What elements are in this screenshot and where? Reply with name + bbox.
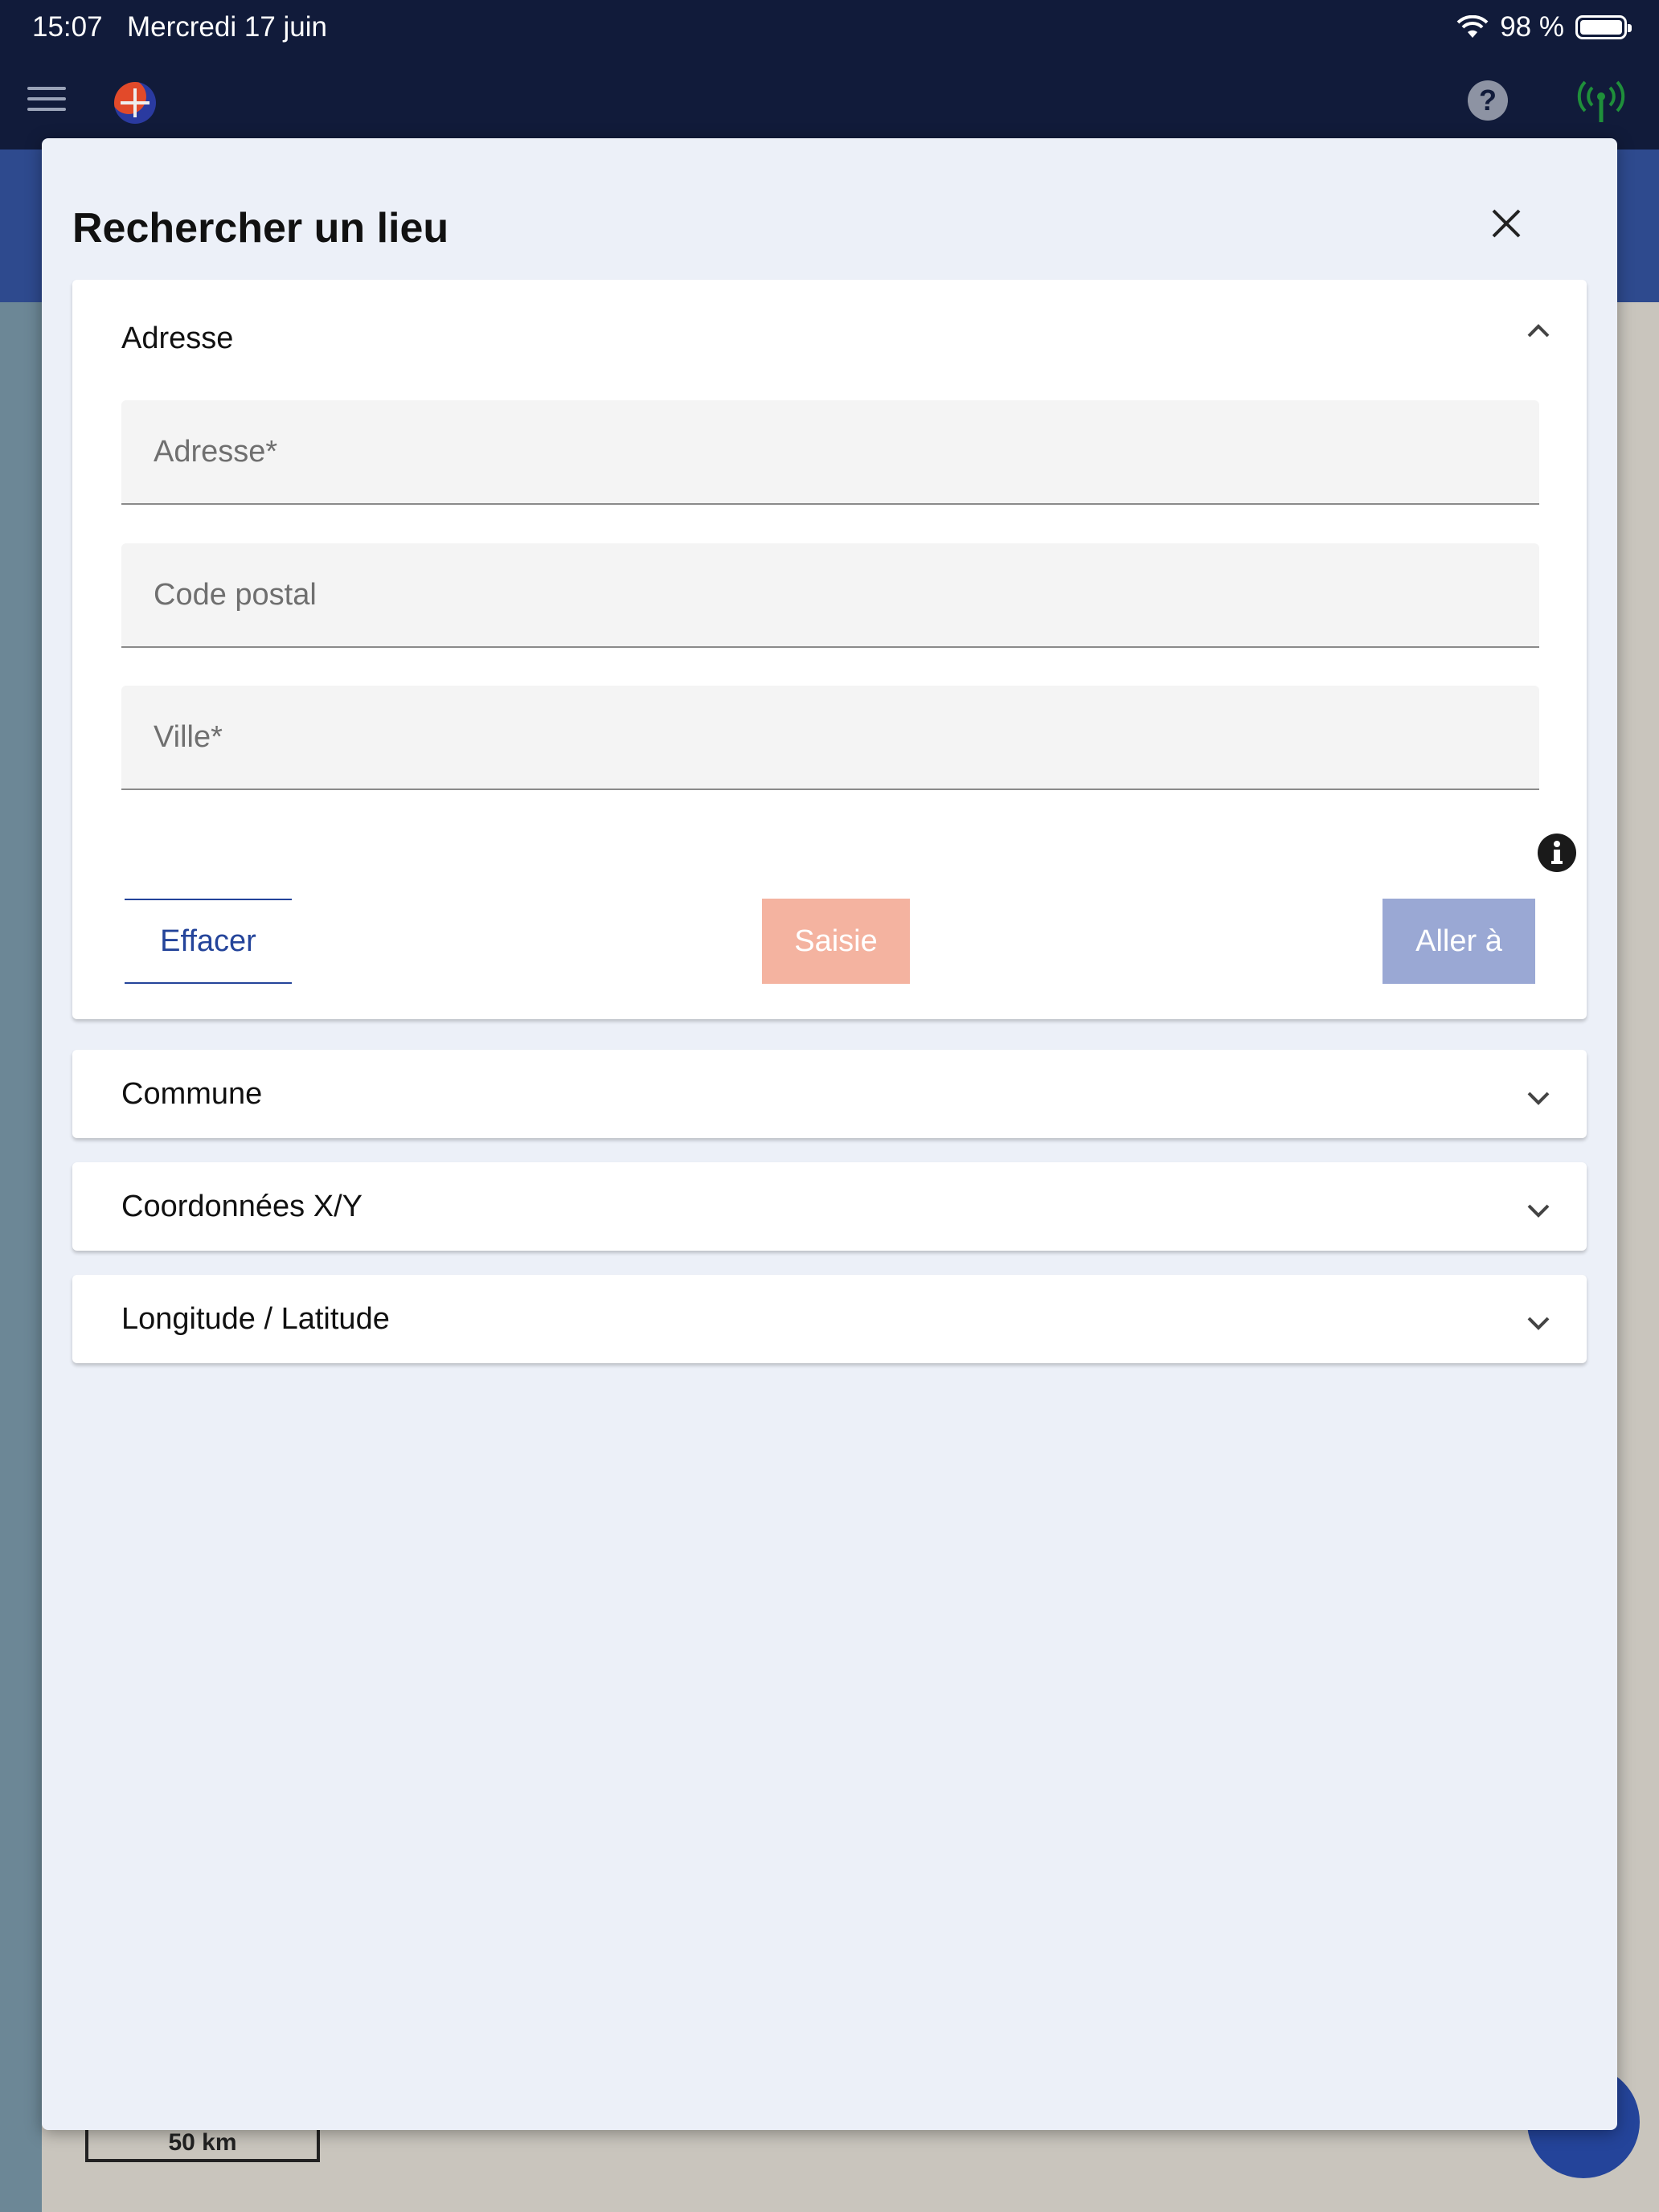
panel-coordonnees-label: Coordonnées X/Y <box>121 1190 363 1223</box>
wifi-icon <box>1456 15 1489 38</box>
go-to-button[interactable]: Aller à <box>1382 899 1535 984</box>
signal-icon[interactable] <box>1577 79 1625 124</box>
app-logo <box>114 82 156 124</box>
panel-commune-label: Commune <box>121 1077 263 1111</box>
close-icon[interactable] <box>1489 206 1524 241</box>
chevron-up-icon[interactable] <box>1526 318 1551 344</box>
panel-coordonnees[interactable]: Coordonnées X/Y <box>72 1162 1587 1251</box>
panel-commune[interactable]: Commune <box>72 1050 1587 1138</box>
panel-adresse-label[interactable]: Adresse <box>121 322 233 356</box>
map-scale-bar: 50 km <box>85 2128 320 2162</box>
info-icon[interactable] <box>1537 833 1577 873</box>
battery-percentage: 98 % <box>1500 11 1564 43</box>
code-postal-input[interactable] <box>121 543 1539 646</box>
status-time: 15:07 <box>32 11 103 43</box>
panel-lonlat-label: Longitude / Latitude <box>121 1302 390 1336</box>
panel-longitude-latitude[interactable]: Longitude / Latitude <box>72 1275 1587 1363</box>
chevron-down-icon[interactable] <box>1526 1198 1551 1223</box>
ville-input[interactable] <box>121 686 1539 789</box>
clear-button[interactable]: Effacer <box>125 899 292 984</box>
code-postal-field[interactable] <box>121 543 1539 648</box>
menu-icon[interactable] <box>27 87 66 111</box>
adresse-input[interactable] <box>121 400 1539 503</box>
search-place-dialog: Rechercher un lieu Adresse Effacer Saisi… <box>42 138 1617 2130</box>
status-date: Mercredi 17 juin <box>127 11 327 43</box>
chevron-down-icon[interactable] <box>1526 1085 1551 1111</box>
chevron-down-icon[interactable] <box>1526 1310 1551 1336</box>
ville-field[interactable] <box>121 686 1539 790</box>
status-indicators: 98 % <box>1456 11 1632 43</box>
battery-icon <box>1575 15 1632 39</box>
help-icon[interactable]: ? <box>1468 80 1508 121</box>
app-header: 15:07 Mercredi 17 juin 98 % ? <box>0 0 1659 150</box>
dialog-title: Rechercher un lieu <box>72 205 449 252</box>
adresse-field[interactable] <box>121 400 1539 505</box>
saisie-button[interactable]: Saisie <box>762 899 910 984</box>
